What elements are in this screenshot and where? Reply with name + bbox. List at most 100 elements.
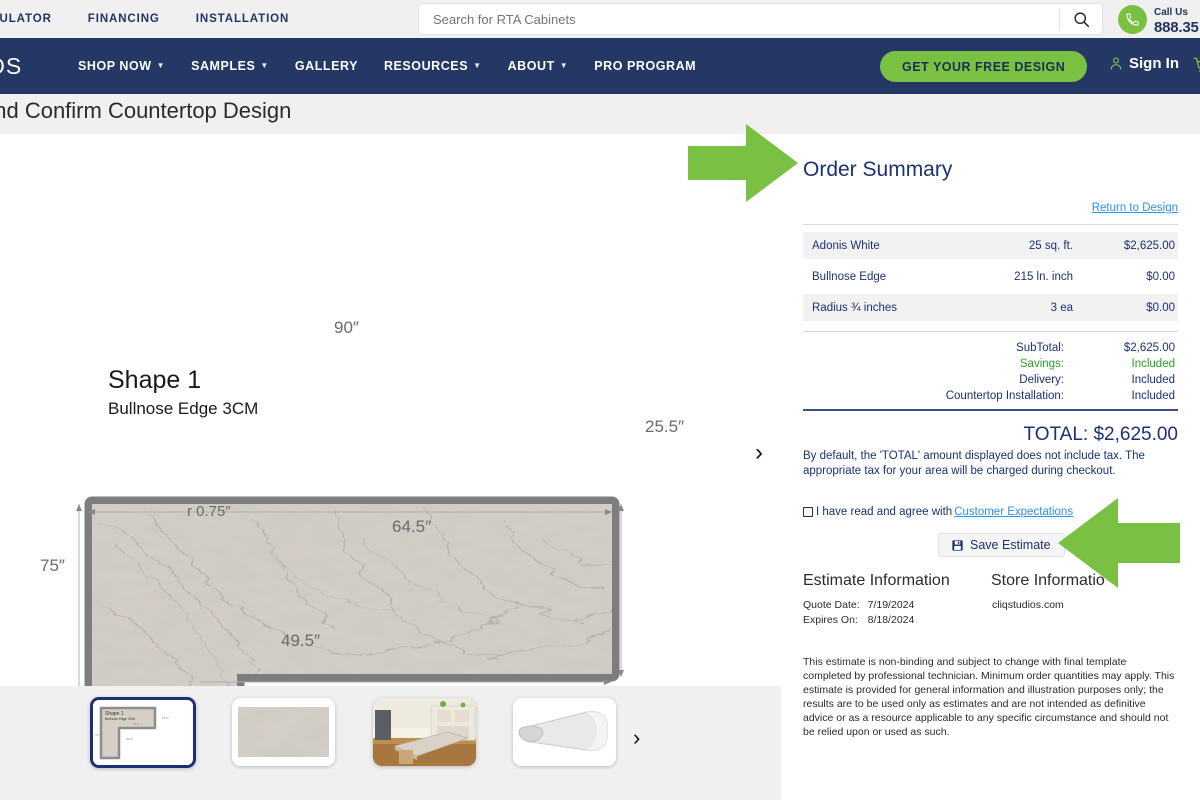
line-item-name: Bullnose Edge: [812, 270, 887, 283]
call-us-block[interactable]: Call Us 888.35: [1118, 3, 1199, 37]
nav-item-label: RESOURCES: [383, 59, 469, 73]
thumbnail-kitchen-photo-image: [373, 698, 476, 766]
search-icon: [1073, 11, 1089, 27]
utility-link-financing[interactable]: FINANCING: [88, 13, 160, 25]
total-value: Included: [1131, 358, 1175, 370]
total-row-subtotal: SubTotal: $2,625.00: [803, 340, 1178, 356]
thumbnail-stone-swatch-image: [232, 698, 335, 766]
total-label: Savings:: [1019, 358, 1064, 370]
user-icon: [1110, 57, 1122, 70]
shape-title: Shape 1: [108, 366, 202, 394]
annotation-arrow-left: [1058, 498, 1180, 588]
chevron-down-icon: ▼: [559, 61, 569, 70]
get-free-design-button[interactable]: GET YOUR FREE DESIGN: [880, 51, 1088, 82]
nav-item-gallery[interactable]: GALLERY: [295, 59, 358, 73]
line-item-name: Radius ¾ inches: [812, 301, 898, 314]
table-row: Radius ¾ inches 3 ea $0.00: [803, 294, 1178, 321]
utility-bar: CALCULATOR FINANCING INSTALLATION Call U: [0, 0, 1200, 38]
total-label: Delivery:: [1019, 374, 1064, 386]
total-row-delivery: Delivery: Included: [803, 372, 1178, 388]
total-value: Included: [1131, 390, 1175, 402]
call-number: 888.35: [1154, 18, 1199, 36]
nav-items: SHOP NOW ▼ SAMPLES ▼ GALLERY RESOURCES ▼…: [78, 59, 696, 73]
thumbnail-stone-swatch[interactable]: [232, 698, 335, 766]
sign-in-link[interactable]: Sign In: [1108, 55, 1179, 72]
svg-text:75": 75": [95, 733, 99, 737]
table-row: Bullnose Edge 215 ln. inch $0.00: [803, 263, 1178, 290]
nav-item-label: SHOP NOW: [78, 59, 152, 73]
phone-icon: [1126, 13, 1139, 26]
save-estimate-button[interactable]: Save Estimate: [938, 533, 1065, 557]
line-item-qty: 25 sq. ft.: [1028, 239, 1073, 252]
estimate-information-heading: Estimate Information: [803, 572, 950, 589]
thumbnail-edge-profile-image: [513, 698, 616, 766]
utility-link-calculator[interactable]: CALCULATOR: [0, 13, 52, 25]
thumbnail-kitchen-photo[interactable]: [373, 698, 476, 766]
dimension-label-right: 25.5″: [645, 417, 685, 436]
save-disk-icon: [952, 539, 963, 551]
agree-row: I have read and agree with Customer Expe…: [803, 506, 1073, 518]
return-to-design-link[interactable]: Return to Design: [1092, 202, 1178, 214]
nav-item-resources[interactable]: RESOURCES ▼: [384, 59, 482, 73]
nav-item-label: ABOUT: [507, 59, 555, 73]
nav-item-pro-program[interactable]: PRO PROGRAM: [594, 59, 696, 73]
table-row: Adonis White 25 sq. ft. $2,625.00: [803, 232, 1178, 259]
svg-text:64.5": 64.5": [133, 722, 140, 726]
utility-links: CALCULATOR FINANCING INSTALLATION: [0, 13, 289, 25]
customer-expectations-link[interactable]: Customer Expectations: [954, 506, 1073, 518]
sign-in-label: Sign In: [1129, 55, 1179, 72]
estimate-information-table: Quote Date: 7/19/2024 Expires On: 8/18/2…: [803, 598, 914, 628]
page-title: w and Confirm Countertop Design: [0, 98, 292, 123]
quote-date-value: 7/19/2024: [867, 599, 915, 611]
store-information-value: cliqstudios.com: [992, 599, 1064, 611]
summary-divider-top: [803, 224, 1178, 225]
save-estimate-label: Save Estimate: [970, 538, 1051, 552]
line-item-qty: 215 ln. inch: [1014, 270, 1073, 283]
call-text: Call Us 888.35: [1154, 3, 1199, 37]
expires-label: Expires On:: [803, 613, 858, 626]
estimate-disclaimer: This estimate is non-binding and subject…: [803, 656, 1175, 738]
dimension-label-inner-horizontal: 64.5″: [392, 517, 432, 536]
grand-total: TOTAL: $2,625.00: [1023, 424, 1178, 445]
cart-icon[interactable]: [1192, 56, 1200, 80]
nav-item-shop-now[interactable]: SHOP NOW ▼: [78, 59, 165, 73]
thumbnail-shape-diagram[interactable]: Shape 1 Bullnose Edge 3CM 25.5" 64.5" 49…: [90, 697, 196, 768]
nav-item-label: PRO PROGRAM: [594, 59, 697, 73]
chevron-down-icon: ▼: [473, 61, 482, 70]
total-row-installation: Countertop Installation: Included: [803, 388, 1178, 404]
line-item-name: Adonis White: [812, 239, 880, 252]
thumbnail-shape-diagram-image: Shape 1 Bullnose Edge 3CM 25.5" 64.5" 49…: [93, 700, 193, 765]
total-label: SubTotal:: [1016, 342, 1064, 354]
search-button[interactable]: [1060, 4, 1102, 34]
total-value: $2,625.00: [1123, 342, 1175, 354]
phone-icon-circle: [1118, 5, 1147, 35]
total-value: Included: [1131, 374, 1175, 386]
line-item-price: $0.00: [1146, 301, 1175, 314]
agree-checkbox[interactable]: [803, 507, 813, 517]
search-input[interactable]: [419, 11, 1059, 27]
dimension-label-top: 90″: [334, 318, 359, 337]
svg-text:49.5": 49.5": [126, 737, 133, 741]
order-summary-title: Order Summary: [803, 158, 953, 181]
chevron-down-icon: ▼: [156, 61, 166, 70]
site-logo[interactable]: DIOS: [0, 53, 72, 80]
radius-label-inner: r 0.75″: [187, 503, 231, 520]
line-item-qty: 3 ea: [1050, 301, 1073, 314]
line-item-price: $2,625.00: [1123, 239, 1175, 252]
utility-link-installation[interactable]: INSTALLATION: [196, 13, 289, 25]
call-label: Call Us: [1154, 7, 1188, 18]
svg-text:Bullnose Edge 3CM: Bullnose Edge 3CM: [105, 717, 135, 721]
thumbnail-next-chevron-icon[interactable]: ›: [633, 727, 640, 749]
search-bar[interactable]: [418, 3, 1103, 35]
annotation-arrow-right: [688, 124, 798, 202]
summary-divider-middle: [803, 331, 1178, 332]
next-shape-chevron-icon[interactable]: ›: [755, 441, 763, 465]
dimension-label-inner-vertical: 49.5″: [281, 631, 321, 650]
shape-edge-label: Bullnose Edge 3CM: [108, 399, 259, 418]
nav-item-about[interactable]: ABOUT ▼: [508, 59, 569, 73]
nav-item-samples[interactable]: SAMPLES ▼: [191, 59, 269, 73]
nav-item-label: GALLERY: [294, 59, 358, 73]
quote-date-label: Quote Date:: [803, 599, 860, 611]
line-item-price: $0.00: [1146, 270, 1175, 283]
thumbnail-edge-profile[interactable]: [513, 698, 616, 766]
